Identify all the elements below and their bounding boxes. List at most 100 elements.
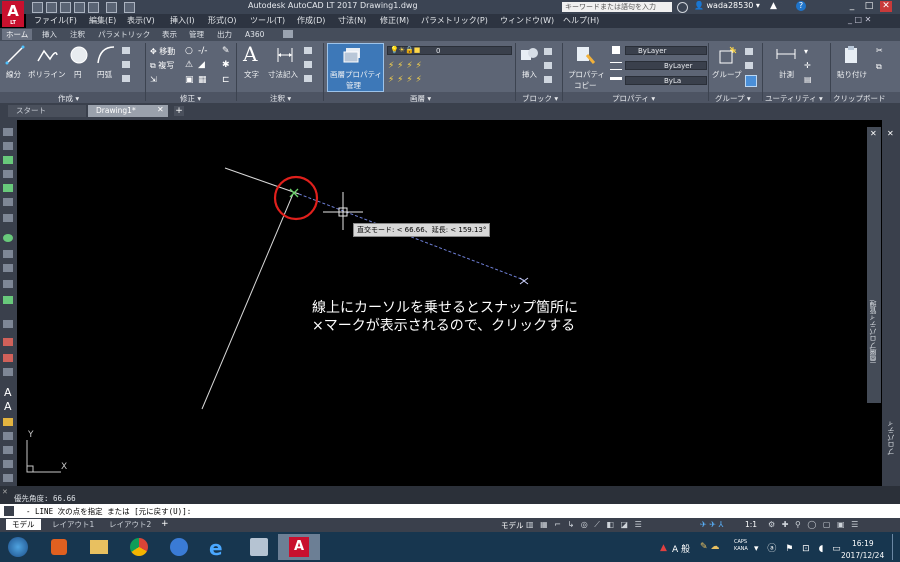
exchange-icon[interactable]: ▲ bbox=[770, 1, 777, 11]
tool-13-icon[interactable] bbox=[3, 320, 13, 328]
hatch-icon[interactable] bbox=[122, 61, 130, 68]
insert-block-icon[interactable] bbox=[519, 46, 539, 64]
maximize-button[interactable]: □ bbox=[863, 1, 875, 12]
menu-tools[interactable]: ツール(T) bbox=[250, 15, 285, 26]
fillet-icon[interactable]: ◢ bbox=[198, 60, 205, 70]
palette-close-icon[interactable]: ✕ bbox=[870, 129, 877, 138]
mtext-tool-icon[interactable]: A bbox=[4, 400, 12, 413]
cut-icon[interactable]: ✂ bbox=[876, 46, 883, 55]
tab-manage[interactable]: 管理 bbox=[185, 29, 208, 40]
menu-edit[interactable]: 編集(E) bbox=[89, 15, 116, 26]
add-layout-button[interactable]: + bbox=[161, 519, 169, 529]
tool-17-icon[interactable] bbox=[3, 418, 13, 426]
clock[interactable]: 16:19 bbox=[852, 539, 874, 548]
menu-window[interactable]: ウィンドウ(W) bbox=[500, 15, 554, 26]
menu-dimension[interactable]: 寸法(N) bbox=[338, 15, 366, 26]
ime-indicator[interactable]: A 般 bbox=[672, 542, 690, 555]
layer-tools-row2-icon[interactable]: ⚡ ⚡ ⚡ ⚡ bbox=[388, 75, 422, 85]
tool-9-icon[interactable] bbox=[3, 250, 13, 258]
annotation-visibility-icon[interactable]: ✈ ✈ ⅄ bbox=[700, 520, 723, 529]
circle-label[interactable]: 円 bbox=[74, 69, 82, 80]
menu-insert[interactable]: 挿入(I) bbox=[170, 15, 195, 26]
stretch-icon[interactable]: ⇲ bbox=[150, 75, 157, 84]
rectangle-icon[interactable] bbox=[122, 47, 130, 54]
explode-icon[interactable]: ✱ bbox=[222, 60, 230, 70]
edit-block-icon[interactable] bbox=[544, 62, 552, 69]
tool-7-icon[interactable] bbox=[3, 214, 13, 222]
menu-help[interactable]: ヘルプ(H) bbox=[563, 15, 599, 26]
annotation-icon[interactable] bbox=[304, 75, 312, 82]
palette2-close-icon[interactable]: ✕ bbox=[887, 129, 894, 138]
taskbar-autocad[interactable]: A bbox=[278, 534, 320, 560]
menu-modify[interactable]: 修正(M) bbox=[380, 15, 409, 26]
search-icon[interactable] bbox=[677, 2, 688, 13]
tool-5-icon[interactable] bbox=[3, 184, 13, 192]
status-tools-icons[interactable]: ⚙ ✚ ⚲ ◯ ▢ ▣ ☰ bbox=[768, 520, 860, 529]
new-tab-button[interactable]: + bbox=[174, 106, 184, 116]
tool-11-icon[interactable] bbox=[3, 280, 13, 288]
block-attribute-icon[interactable] bbox=[544, 76, 552, 83]
menu-file[interactable]: ファイル(F) bbox=[34, 15, 77, 26]
ungroup-icon[interactable] bbox=[745, 48, 753, 55]
tab-layout1[interactable]: レイアウト1 bbox=[46, 519, 100, 530]
measure-icon[interactable] bbox=[776, 47, 796, 61]
tab-parametric[interactable]: パラメトリック bbox=[94, 29, 154, 40]
offset-icon[interactable]: ⊏ bbox=[222, 75, 230, 85]
group-edit-icon[interactable] bbox=[745, 62, 753, 69]
taskbar-paint[interactable] bbox=[238, 534, 280, 560]
redo-icon[interactable] bbox=[124, 2, 135, 13]
tab-layout2[interactable]: レイアウト2 bbox=[103, 519, 157, 530]
tab-insert[interactable]: 挿入 bbox=[38, 29, 61, 40]
tool-12-icon[interactable] bbox=[3, 296, 13, 304]
command-customize-icon[interactable] bbox=[4, 506, 14, 516]
layer-tools-row1-icon[interactable]: ⚡ ⚡ ⚡ ⚡ bbox=[388, 61, 422, 71]
taskbar-media-player[interactable] bbox=[38, 534, 80, 560]
circle-icon[interactable] bbox=[69, 45, 89, 65]
layer-palette-label[interactable]: 画層プロパティ管理 bbox=[868, 300, 878, 363]
array-icon[interactable]: ▦ bbox=[198, 75, 207, 85]
line-label[interactable]: 線分 bbox=[6, 69, 21, 80]
new-icon[interactable] bbox=[32, 2, 43, 13]
tool-20-icon[interactable] bbox=[3, 460, 13, 468]
tool-15-icon[interactable] bbox=[3, 354, 13, 362]
taskbar-explorer[interactable] bbox=[78, 534, 120, 560]
command-prompt[interactable]: - LINE 次の点を指定 または [元に戻す(U)]: bbox=[26, 506, 191, 517]
match-properties-label[interactable]: プロパティ bbox=[568, 69, 605, 80]
paste-icon[interactable] bbox=[843, 45, 861, 65]
measure-label[interactable]: 計測 bbox=[779, 69, 794, 80]
polyline-label[interactable]: ポリライン bbox=[28, 69, 66, 80]
tray-tools-icon[interactable]: ✎ ☁ bbox=[700, 542, 719, 552]
user-account[interactable]: 👤 wada28530 ▾ bbox=[694, 1, 760, 10]
leader-icon[interactable] bbox=[304, 47, 312, 54]
polyline-icon[interactable] bbox=[36, 45, 58, 65]
insert-block-label[interactable]: 挿入 bbox=[522, 69, 537, 80]
create-block-icon[interactable] bbox=[544, 48, 552, 55]
group-select-icon[interactable] bbox=[745, 75, 757, 87]
date[interactable]: 2017/12/24 bbox=[841, 551, 884, 560]
calculator-icon[interactable]: ▤ bbox=[804, 75, 812, 84]
linetype-dropdown[interactable]: ByLayer bbox=[625, 61, 707, 70]
plot-icon[interactable] bbox=[88, 2, 99, 13]
taskbar-thunderbird[interactable] bbox=[158, 534, 200, 560]
tab-a360[interactable]: A360 bbox=[241, 29, 268, 40]
move-button[interactable]: ✥ 移動 bbox=[150, 46, 175, 57]
group-icon[interactable] bbox=[718, 45, 738, 65]
tool-10-icon[interactable] bbox=[3, 264, 13, 272]
menu-format[interactable]: 形式(O) bbox=[208, 15, 237, 26]
start-button[interactable] bbox=[8, 537, 28, 557]
lineweight-dropdown[interactable]: ByLa bbox=[625, 76, 707, 85]
point-style-icon[interactable]: ✛ bbox=[804, 61, 811, 70]
tab-start[interactable]: スタート bbox=[8, 105, 86, 117]
annotation-scale[interactable]: 1:1 bbox=[745, 520, 757, 529]
copy-clip-icon[interactable]: ⧉ bbox=[876, 62, 882, 72]
scale-icon[interactable]: ▣ bbox=[185, 75, 194, 85]
match-properties-label-2[interactable]: コピー bbox=[574, 80, 597, 91]
paste-label[interactable]: 貼り付け bbox=[837, 69, 867, 80]
taskbar-internet-explorer[interactable]: e bbox=[198, 534, 240, 560]
dimension-label[interactable]: 寸法記入 bbox=[268, 69, 298, 80]
close-button[interactable]: ✕ bbox=[880, 1, 892, 12]
tool-14-icon[interactable] bbox=[3, 338, 13, 346]
menu-window-controls[interactable]: _ □ ✕ bbox=[848, 15, 871, 24]
color-dropdown[interactable]: ByLayer bbox=[625, 46, 707, 55]
copy-button[interactable]: ⧉ 複写 bbox=[150, 60, 174, 71]
